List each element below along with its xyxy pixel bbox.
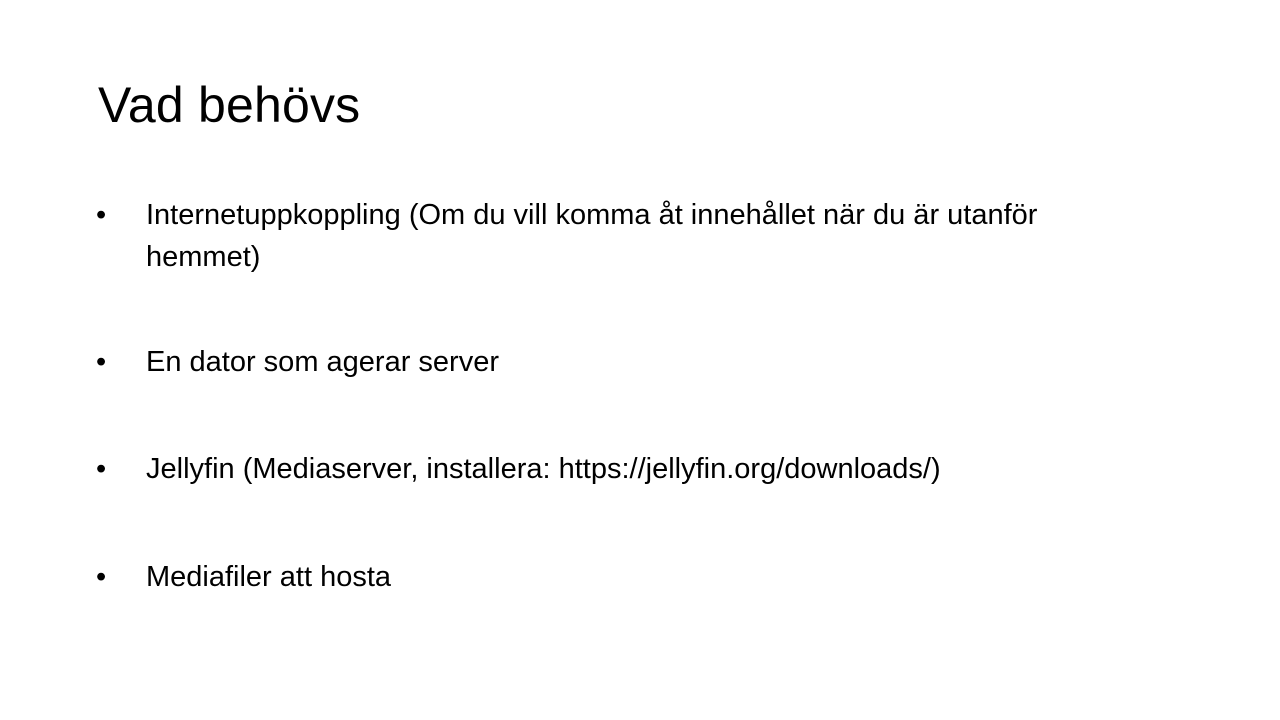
bullet-text: Mediafiler att hosta bbox=[146, 561, 392, 593]
bullet-item-server: • En dator som agerar server bbox=[96, 341, 1156, 383]
bullet-icon: • bbox=[96, 453, 107, 485]
slide-title: Vad behövs bbox=[98, 77, 361, 133]
bullet-text: En dator som agerar server bbox=[146, 346, 499, 378]
slide: Vad behövs • Internetuppkoppling (Om du … bbox=[0, 0, 1280, 720]
bullet-icon: • bbox=[96, 561, 107, 593]
bullet-item-jellyfin: • Jellyfin (Mediaserver, installera: htt… bbox=[96, 448, 1156, 490]
bullet-text: Jellyfin (Mediaserver, installera: https… bbox=[146, 453, 941, 485]
bullet-icon: • bbox=[96, 346, 107, 378]
bullet-icon: • bbox=[96, 199, 107, 231]
bullet-text: Internetuppkoppling (Om du vill komma åt… bbox=[146, 199, 1038, 273]
bullet-item-internet: • Internetuppkoppling (Om du vill komma … bbox=[96, 194, 1156, 278]
bullet-item-mediafiles: • Mediafiler att hosta bbox=[96, 556, 1156, 598]
